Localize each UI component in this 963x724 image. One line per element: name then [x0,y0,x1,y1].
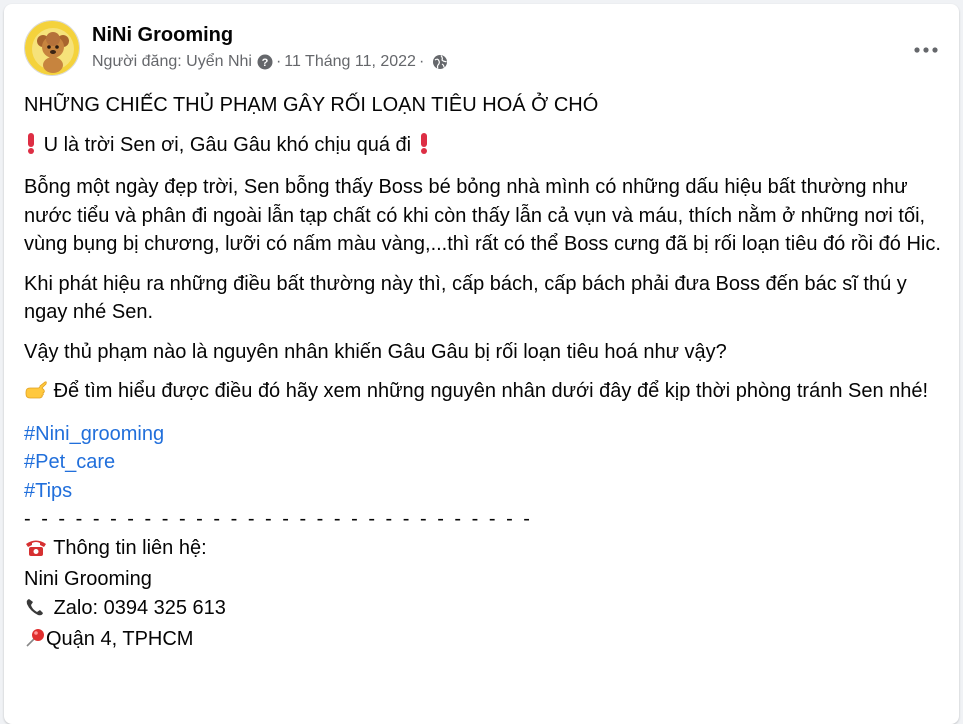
telephone-icon [24,537,48,566]
post-title: NHỮNG CHIẾC THỦ PHẠM GÂY RỐI LOẠN TIÊU H… [24,94,599,116]
meta-separator: · [275,53,282,70]
contact-name: Nini Grooming [24,568,152,590]
post-header: NiNi Grooming Người đăng: Uyển Nhi ? · 1… [24,20,944,78]
alert-line: U là trời Sen ơi, Gâu Gâu khó chịu quá đ… [24,131,944,163]
globe-icon[interactable] [432,54,448,70]
more-options-button[interactable] [908,40,944,60]
divider-dashes: - - - - - - - - - - - - - - - - - - - - … [24,508,533,530]
author-label[interactable]: Người đăng: Uyển Nhi [92,53,252,71]
exclamation-icon [417,132,431,163]
pushpin-icon [24,628,46,657]
paragraph-question: Vậy thủ phạm nào là nguyên nhân khiến Gâ… [24,340,727,363]
hashtag-link[interactable]: #Nini_grooming [24,420,944,449]
contact-phone-line: Zalo: 0394 325 613 [24,594,944,626]
contact-phone: Zalo: 0394 325 613 [53,596,226,619]
exclamation-icon [24,132,38,163]
svg-text:?: ? [262,57,269,69]
contact-address: Quận 4, TPHCM [46,628,194,650]
alert-text: U là trời Sen ơi, Gâu Gâu khó chịu quá đ… [43,133,412,156]
post-card: NiNi Grooming Người đăng: Uyển Nhi ? · 1… [4,4,959,724]
cta-text: Để tìm hiểu được điều đó hãy xem những n… [53,380,929,402]
more-options-icon [914,47,938,53]
post-date[interactable]: 11 Tháng 11, 2022 [284,53,416,71]
page-avatar[interactable] [24,20,80,76]
post-body: NHỮNG CHIẾC THỦ PHẠM GÂY RỐI LOẠN TIÊU H… [24,91,944,657]
contact-heading: Thông tin liên hệ: [53,536,207,559]
meta-separator: · [418,53,425,70]
pointing-hand-icon [24,380,48,409]
info-icon[interactable]: ? [257,54,273,70]
paragraph-advice: Khi phát hiệu ra những điều bất thường n… [24,272,907,324]
paragraph-symptoms: Bỗng một ngày đẹp trời, Sen bỗng thấy Bo… [24,176,941,255]
paragraph-cta: Để tìm hiểu được điều đó hãy xem những n… [24,377,944,409]
contact-heading-line: Thông tin liên hệ: [24,534,944,566]
hashtag-link[interactable]: #Pet_care [24,448,944,477]
phone-handset-icon [24,597,48,626]
page-name-link[interactable]: NiNi Grooming [92,24,233,47]
hashtag-link[interactable]: #Tips [24,477,944,506]
post-meta: Người đăng: Uyển Nhi ? · 11 Tháng 11, 20… [92,53,448,71]
contact-address-line: Quận 4, TPHCM [24,625,944,657]
dog-avatar-icon [25,21,79,75]
